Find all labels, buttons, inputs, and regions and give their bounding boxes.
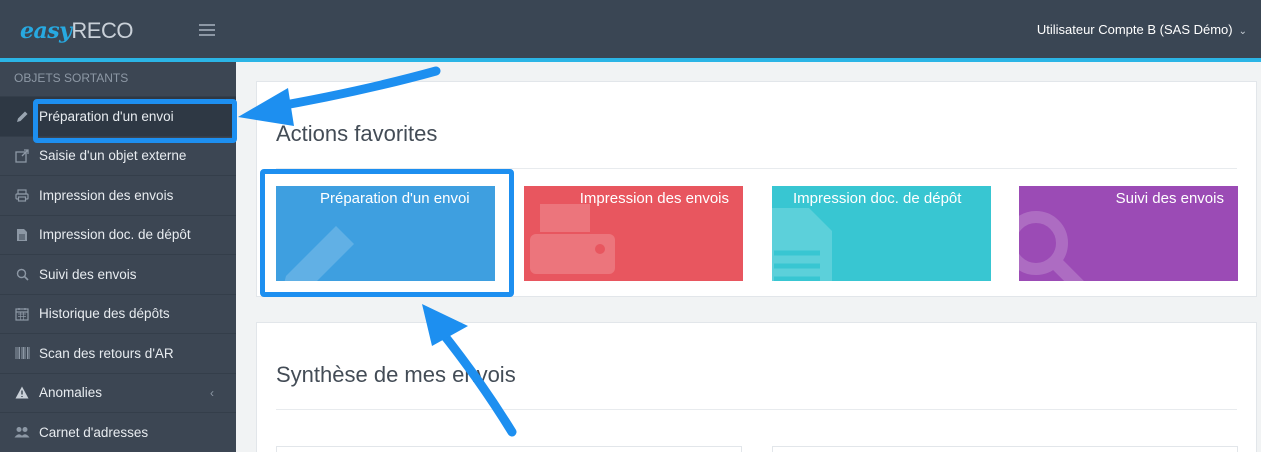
summary-card-left (276, 446, 742, 452)
document-icon (14, 228, 30, 242)
hamburger-menu-icon[interactable] (199, 24, 215, 36)
app-window: easyRECO Utilisateur Compte B (SAS Démo)… (0, 0, 1261, 452)
sidebar-section-title: OBJETS SORTANTS (14, 71, 129, 85)
sidebar-item-carnet-adresses[interactable]: Carnet d'adresses (0, 412, 236, 452)
external-link-icon (14, 149, 30, 163)
sidebar-item-impression-doc-depot[interactable]: Impression doc. de dépôt (0, 214, 236, 255)
user-account-label: Utilisateur Compte B (SAS Démo) (1036, 22, 1233, 37)
document-icon (772, 208, 832, 281)
sidebar-item-label: Scan des retours d'AR (39, 345, 174, 361)
easyreco-logo[interactable]: easyRECO (20, 18, 133, 44)
sidebar-item-scan-retours-ar[interactable]: Scan des retours d'AR (0, 333, 236, 373)
tile-suivi-envois[interactable]: Suivi des envois (1019, 186, 1238, 281)
sidebar-item-impression-envois[interactable]: Impression des envois (0, 175, 236, 215)
sidebar-item-label: Impression doc. de dépôt (39, 227, 191, 243)
logo-prefix: easy (20, 18, 72, 44)
sidebar-item-suivi-envois[interactable]: Suivi des envois (0, 254, 236, 294)
users-icon (14, 425, 30, 439)
sidebar-item-historique-depots[interactable]: Historique des dépôts (0, 293, 236, 334)
sidebar-item-preparation-envoi[interactable]: Préparation d'un envoi (0, 96, 236, 136)
tile-label: Impression doc. de dépôt (793, 190, 962, 207)
sidebar-item-label: Saisie d'un objet externe (39, 148, 187, 164)
summary-card-right (772, 446, 1238, 452)
sidebar-item-label: Impression des envois (39, 187, 174, 203)
logo-suffix: RECO (71, 18, 133, 43)
search-icon (1019, 211, 1084, 281)
pencil-icon (14, 109, 30, 123)
sidebar-item-label: Historique des dépôts (39, 306, 170, 322)
summary-title: Synthèse de mes envois (276, 362, 516, 387)
chevron-down-icon: ⌄ (1238, 26, 1247, 37)
sidebar-item-label: Suivi des envois (39, 266, 137, 282)
sidebar: OBJETS SORTANTS Préparation d'un envoi S… (0, 62, 236, 452)
search-icon (14, 267, 30, 281)
sidebar-item-anomalies[interactable]: Anomalies ‹ (0, 372, 236, 413)
sidebar-item-saisie-objet-externe[interactable]: Saisie d'un objet externe (0, 135, 236, 176)
pencil-icon (284, 226, 354, 281)
user-account-menu[interactable]: Utilisateur Compte B (SAS Démo) ⌄ (1037, 22, 1247, 37)
top-navbar: easyRECO Utilisateur Compte B (SAS Démo)… (0, 0, 1261, 58)
sidebar-item-label: Carnet d'adresses (39, 424, 149, 440)
tile-label: Suivi des envois (1115, 190, 1224, 207)
barcode-icon (14, 346, 30, 360)
warning-icon (14, 386, 30, 400)
summary-divider (276, 409, 1237, 410)
printer-icon (14, 188, 30, 202)
tile-preparation-envoi[interactable]: Préparation d'un envoi (276, 186, 495, 281)
tile-label: Préparation d'un envoi (320, 190, 470, 207)
tile-impression-envois[interactable]: Impression des envois (524, 186, 743, 281)
calendar-icon (14, 307, 30, 321)
favorites-title: Actions favorites (276, 121, 438, 146)
sidebar-item-label: Préparation d'un envoi (39, 108, 174, 124)
chevron-left-icon: ‹ (210, 385, 214, 400)
tile-impression-doc-depot[interactable]: Impression doc. de dépôt (772, 186, 991, 281)
sidebar-item-label: Anomalies (39, 385, 103, 401)
favorites-divider (276, 168, 1237, 169)
printer-icon (530, 204, 615, 274)
